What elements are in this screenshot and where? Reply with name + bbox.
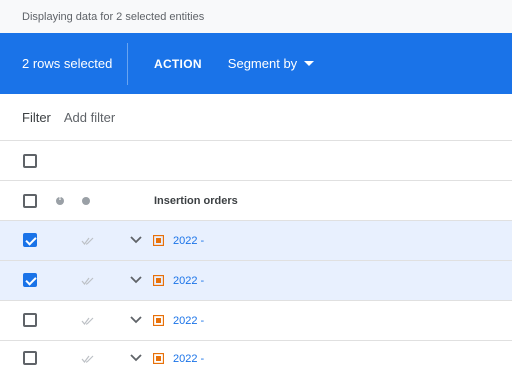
rows-selected-count: 2 rows selected [22,56,113,71]
row-checkbox[interactable] [23,273,37,287]
insertion-order-icon [153,275,164,286]
insertion-order-icon [153,315,164,326]
table-row[interactable]: 2022 - [0,261,512,301]
chevron-down-icon[interactable] [130,354,142,362]
insertion-order-link[interactable]: 2022 - [173,235,204,247]
table-row[interactable]: 2022 - [0,221,512,261]
dropdown-caret-icon [304,61,315,66]
action-button[interactable]: ACTION [154,57,202,71]
row-checkbox[interactable] [23,351,37,365]
double-check-icon [81,355,94,363]
chevron-down-icon[interactable] [130,276,142,284]
insertion-orders-header[interactable]: Insertion orders [154,195,238,207]
segment-by-label: Segment by [227,56,298,71]
table-row[interactable]: 2022 - [0,301,512,341]
filter-bar: Filter Add filter [0,94,512,141]
status-dot-icon [82,197,90,205]
bar-divider [127,42,128,85]
table-row[interactable]: 2022 - [0,341,512,374]
select-all-row [0,141,512,181]
double-check-icon [81,317,94,325]
selection-action-bar: 2 rows selected ACTION Segment by [0,33,512,94]
row-checkbox[interactable] [23,233,37,247]
table-header-row: Insertion orders [0,181,512,221]
info-text: Displaying data for 2 selected entities [22,10,205,23]
double-check-icon [81,237,94,245]
insertion-order-icon [153,235,164,246]
warning-icon [56,194,64,205]
insertion-order-icon [153,353,164,364]
header-checkbox[interactable] [23,194,37,208]
insertion-order-link[interactable]: 2022 - [173,315,204,327]
segment-by-dropdown[interactable]: Segment by [227,56,315,71]
chevron-down-icon[interactable] [130,236,142,244]
add-filter-input[interactable]: Add filter [64,110,115,125]
info-bar: Displaying data for 2 selected entities [0,0,512,33]
double-check-icon [81,277,94,285]
chevron-down-icon[interactable] [130,316,142,324]
filter-label: Filter [22,109,51,125]
row-checkbox[interactable] [23,313,37,327]
select-all-checkbox[interactable] [23,154,37,168]
insertion-order-link[interactable]: 2022 - [173,275,204,287]
insertion-order-link[interactable]: 2022 - [173,353,204,365]
